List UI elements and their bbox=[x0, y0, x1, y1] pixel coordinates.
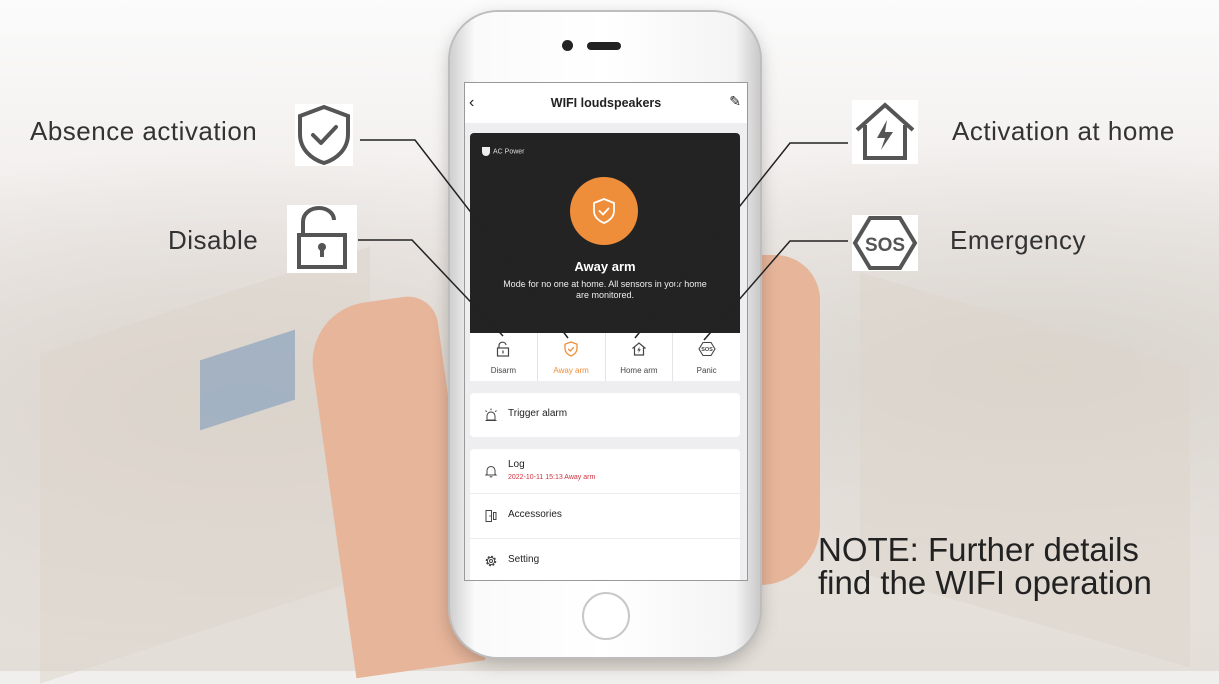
mode-panic-label: Panic bbox=[696, 366, 717, 375]
accessories-label: Accessories bbox=[508, 509, 562, 520]
log-label: Log bbox=[508, 459, 525, 470]
mode-away-arm[interactable]: Away arm bbox=[538, 333, 606, 381]
unlock-icon bbox=[497, 341, 510, 357]
callout-activation-at-home: Activation at home bbox=[952, 116, 1175, 146]
phone-device: ‹ WIFI loudspeakers ✎ AC Power Away arm … bbox=[450, 12, 760, 657]
shield-check-icon bbox=[295, 104, 353, 166]
plug-icon bbox=[482, 147, 490, 156]
svg-text:SOS: SOS bbox=[701, 347, 713, 353]
power-indicator: AC Power bbox=[482, 147, 525, 156]
svg-text:SOS: SOS bbox=[865, 235, 905, 256]
house-bolt-icon bbox=[852, 100, 918, 164]
app-screen: ‹ WIFI loudspeakers ✎ AC Power Away arm … bbox=[464, 82, 748, 581]
log-row[interactable]: Log 2022-10-11 15:13 Away arm bbox=[470, 449, 740, 494]
mode-home-arm[interactable]: Home arm bbox=[606, 333, 674, 381]
sos-icon: SOS bbox=[697, 341, 716, 357]
page-title: WIFI loudspeakers bbox=[550, 96, 662, 110]
setting-label: Setting bbox=[508, 554, 540, 565]
nav-bar: ‹ WIFI loudspeakers ✎ bbox=[465, 83, 747, 123]
room-floor-right bbox=[860, 272, 1190, 668]
note-line-2: find the WIFI operation bbox=[818, 564, 1152, 601]
accessories-row[interactable]: Accessories bbox=[470, 494, 740, 539]
gear-icon bbox=[485, 555, 497, 567]
note-line-1: NOTE: Further details bbox=[818, 531, 1139, 568]
shield-check-icon bbox=[564, 341, 578, 357]
mode-disarm[interactable]: Disarm bbox=[470, 333, 538, 381]
alarm-siren-icon bbox=[485, 408, 497, 421]
status-description: Mode for no one at home. All sensors in … bbox=[503, 279, 707, 300]
trigger-alarm-card: Trigger alarm bbox=[470, 393, 740, 437]
mode-selector: Disarm Away arm Home arm SOS Panic bbox=[470, 333, 740, 381]
unlock-icon bbox=[287, 205, 357, 273]
door-sensor-icon bbox=[485, 510, 497, 522]
status-circle bbox=[570, 177, 638, 245]
home-button[interactable] bbox=[582, 592, 630, 640]
sos-icon: SOS bbox=[852, 215, 918, 271]
status-title: Away arm bbox=[574, 259, 636, 274]
shield-check-icon bbox=[593, 198, 615, 224]
menu-card: Log 2022-10-11 15:13 Away arm Accessorie… bbox=[470, 449, 740, 580]
setting-row[interactable]: Setting bbox=[470, 539, 740, 580]
power-label: AC Power bbox=[493, 148, 525, 156]
mode-disarm-label: Disarm bbox=[490, 366, 517, 375]
log-latest-entry: 2022-10-11 15:13 Away arm bbox=[508, 474, 596, 481]
status-panel: AC Power Away arm Mode for no one at hom… bbox=[470, 133, 740, 333]
callout-absence-activation: Absence activation bbox=[30, 116, 258, 146]
trigger-alarm-row[interactable]: Trigger alarm bbox=[470, 393, 740, 437]
trigger-alarm-label: Trigger alarm bbox=[508, 408, 568, 419]
room-floor-left bbox=[40, 246, 370, 684]
earpiece-speaker bbox=[587, 42, 621, 50]
callout-emergency: Emergency bbox=[950, 225, 1086, 255]
bell-icon bbox=[484, 465, 498, 478]
front-camera bbox=[562, 40, 573, 51]
callout-disable: Disable bbox=[168, 225, 259, 255]
mode-away-arm-label: Away arm bbox=[553, 366, 589, 375]
mode-home-arm-label: Home arm bbox=[620, 366, 658, 375]
edit-pencil-icon[interactable]: ✎ bbox=[729, 93, 741, 110]
note-text: NOTE: Further details find the WIFI oper… bbox=[818, 533, 1152, 599]
house-bolt-icon bbox=[631, 342, 646, 356]
mode-panic[interactable]: SOS Panic bbox=[673, 333, 740, 381]
